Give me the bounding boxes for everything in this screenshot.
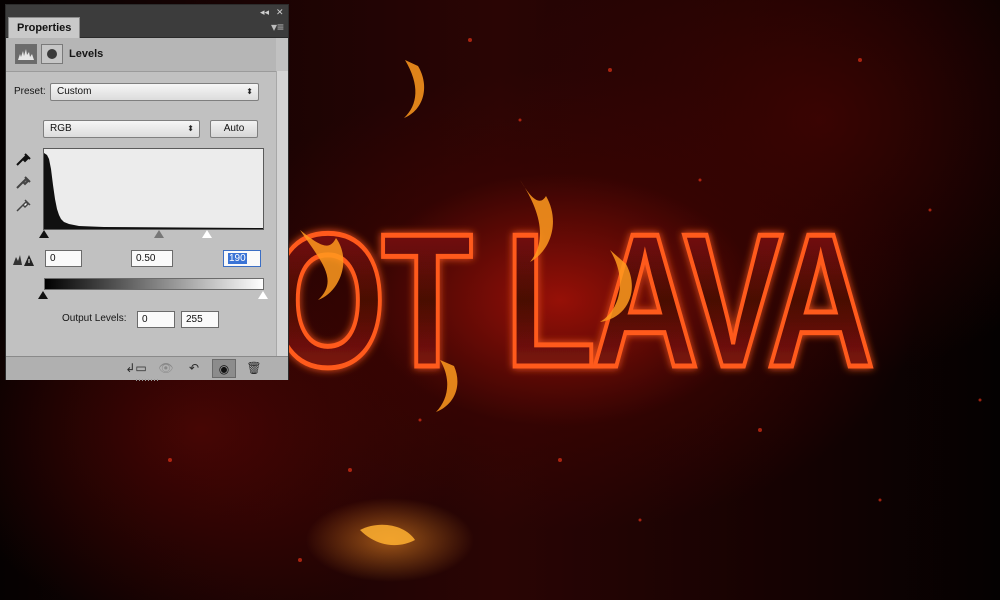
panel-footer: ↲▭ 👁 ↶ ◉ 🗑 (6, 356, 288, 380)
eye-icon[interactable]: ◉ (212, 359, 236, 378)
input-white-slider[interactable] (202, 230, 212, 238)
panel-resize-grip[interactable] (136, 379, 158, 381)
auto-button[interactable]: Auto (210, 120, 258, 138)
select-arrow-icon: ⬍ (246, 87, 253, 96)
properties-panel: ◂◂ ✕ Properties ▾≡ Levels Preset: Custom… (5, 4, 289, 381)
preset-value: Custom (57, 86, 92, 97)
output-black-slider[interactable] (38, 291, 48, 299)
panel-tab-bar: ◂◂ ✕ Properties ▾≡ (6, 5, 288, 38)
collapse-panel-icon[interactable]: ◂◂ (260, 7, 269, 17)
canvas-headline: OT LAVA (270, 195, 871, 407)
output-levels-label: Output Levels: (62, 313, 127, 324)
mask-icon[interactable] (41, 44, 63, 64)
input-black-slider[interactable] (39, 230, 49, 238)
tab-properties[interactable]: Properties (8, 17, 81, 38)
close-panel-icon[interactable]: ✕ (276, 7, 284, 17)
reset-icon[interactable]: ↶ (182, 359, 206, 378)
black-point-eyedropper-icon[interactable] (14, 150, 32, 168)
channel-value: RGB (50, 123, 72, 134)
input-gamma-field[interactable]: 0.50 (131, 250, 173, 267)
view-previous-icon[interactable]: 👁 (154, 359, 178, 378)
panel-body: Levels Preset: Custom ⬍ RGB ⬍ Auto 0 0.5… (6, 38, 288, 356)
panel-menu-icon[interactable]: ▾≡ (271, 21, 284, 33)
select-arrow-icon: ⬍ (187, 124, 194, 133)
levels-histogram (43, 148, 264, 230)
output-white-field[interactable]: 255 (181, 311, 219, 328)
input-white-value: 190 (228, 253, 247, 264)
input-black-field[interactable]: 0 (45, 250, 82, 267)
white-point-eyedropper-icon[interactable] (14, 196, 32, 214)
output-white-slider[interactable] (258, 291, 268, 299)
panel-title: Levels (69, 48, 104, 60)
clipping-warning-icon[interactable] (12, 251, 36, 267)
input-gamma-slider[interactable] (154, 230, 164, 238)
panel-scrollbar[interactable] (276, 71, 288, 356)
input-white-field[interactable]: 190 (223, 250, 261, 267)
channel-select[interactable]: RGB ⬍ (43, 120, 200, 138)
trash-icon[interactable]: 🗑 (242, 359, 266, 378)
gray-point-eyedropper-icon[interactable] (14, 173, 32, 191)
preset-label: Preset: (14, 86, 46, 97)
preset-select[interactable]: Custom ⬍ (50, 83, 259, 101)
adjustment-header: Levels (6, 38, 276, 72)
output-black-field[interactable]: 0 (137, 311, 175, 328)
clip-to-layer-icon[interactable]: ↲▭ (124, 359, 148, 378)
histogram-icon[interactable] (15, 44, 37, 64)
output-gradient-bar (44, 278, 264, 290)
